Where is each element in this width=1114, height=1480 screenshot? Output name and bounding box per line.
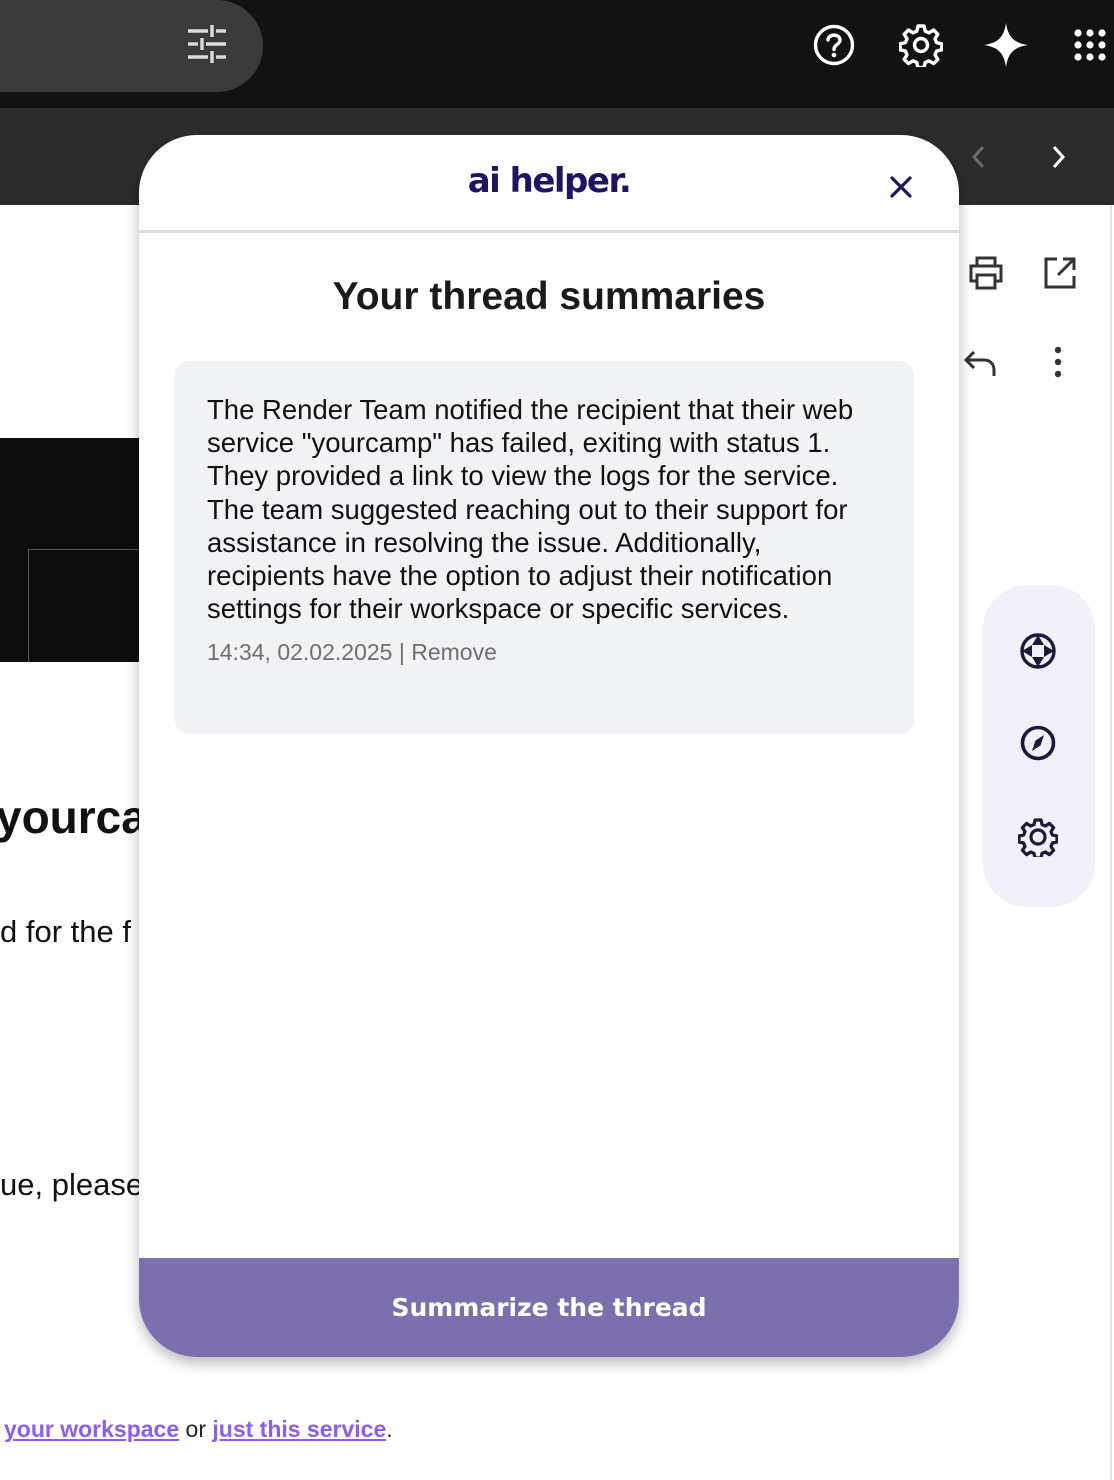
compass-icon[interactable] — [1015, 720, 1061, 766]
ai-helper-modal: ai helper. Your thread summaries The Ren… — [139, 135, 959, 1357]
tune-icon[interactable] — [186, 24, 228, 64]
apps-grid-icon[interactable] — [1067, 22, 1113, 68]
email-banner-frame — [28, 549, 140, 662]
summary-text: The Render Team notified the recipient t… — [207, 394, 854, 625]
email-text-line: d for the f — [0, 914, 131, 949]
email-text-line: ue, please — [0, 1167, 140, 1202]
aperture-icon[interactable] — [1015, 628, 1061, 674]
summary-timestamp: 14:34, 02.02.2025 — [207, 639, 393, 666]
gear-outline-icon[interactable] — [1015, 814, 1061, 860]
more-vert-icon[interactable] — [1038, 342, 1078, 382]
chevron-left-icon[interactable] — [963, 140, 995, 174]
print-icon[interactable] — [966, 253, 1006, 293]
help-icon[interactable] — [811, 22, 857, 68]
open-in-new-icon[interactable] — [1040, 253, 1080, 293]
ai-helper-logo: ai helper. — [467, 161, 632, 201]
chevron-right-icon[interactable] — [1042, 140, 1074, 174]
settings-icon[interactable] — [898, 22, 944, 68]
service-settings-link[interactable]: just this service — [212, 1416, 386, 1442]
footer-or-text: or — [185, 1416, 206, 1442]
top-bar — [0, 0, 1114, 108]
footer-period: . — [386, 1416, 393, 1442]
remove-summary-link[interactable]: Remove — [411, 639, 497, 665]
close-icon[interactable] — [883, 169, 919, 205]
modal-header: ai helper. — [139, 135, 959, 233]
email-footer: your workspace or just this service. — [4, 1416, 393, 1443]
summarize-thread-button[interactable]: Summarize the thread — [139, 1258, 959, 1357]
reply-icon[interactable] — [960, 343, 1000, 383]
summary-meta: 14:34, 02.02.2025 | Remove — [207, 639, 882, 666]
summary-card: The Render Team notified the recipient t… — [175, 361, 914, 734]
modal-title: Your thread summaries — [332, 275, 766, 318]
sparkle-icon[interactable] — [983, 22, 1029, 68]
email-heading: yourca — [0, 791, 140, 843]
meta-separator: | — [398, 639, 405, 666]
workspace-settings-link[interactable]: your workspace — [4, 1416, 179, 1442]
